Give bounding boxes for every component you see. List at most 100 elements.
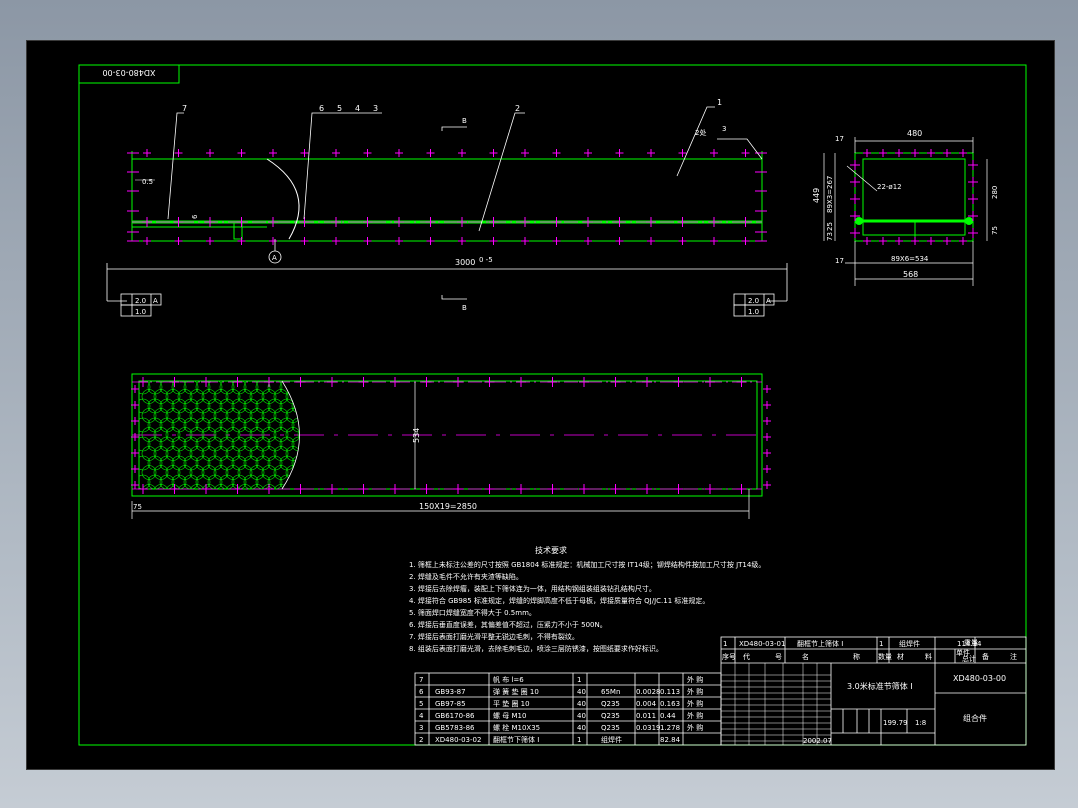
tol-parallel-right: 1.0: [748, 308, 759, 316]
leader-1: 1: [717, 98, 722, 107]
tol-datum-right: A: [766, 297, 771, 305]
section-mark-top: B: [462, 117, 467, 125]
tech-item-8: 8. 组装后表面打磨光滑，去除毛刺毛边，喷涂三层防锈漆，按图纸要求作好标识。: [409, 644, 663, 653]
weld-symbol: 3: [722, 125, 726, 133]
front-view: 0.5 6 7 6 5 4 3 2 1 2处 3 B B A 3000 0 -5…: [106, 98, 788, 317]
parts-cell-w1: 0.011: [636, 712, 656, 720]
parts-cell-note: 外 购: [687, 699, 703, 708]
parts-cell-qty: 1: [577, 736, 581, 744]
tb-h-no: 序号: [722, 652, 736, 661]
tb-h-note1: 备: [982, 652, 989, 661]
tb-h-name2: 称: [853, 652, 860, 661]
tech-item-2: 2. 焊缝及毛件不允许有夹渣等缺陷。: [409, 572, 523, 581]
tb-r1-no: 1: [723, 640, 727, 648]
tb-r1-name: 翻框节上筛体 I: [797, 639, 843, 648]
drawing-canvas: XD480-03-00 0.5 6 7 6 5 4 3 2 1 2处 3 B B…: [78, 64, 1027, 746]
leader-7: 7: [182, 104, 187, 113]
side-bottom-pitch: 89X6=534: [891, 255, 929, 263]
leader-6: 6: [319, 104, 324, 113]
tb-product: 3.0米标准节筛体 I: [847, 681, 913, 691]
parts-cell-qty: 40: [577, 688, 586, 696]
tol-flat-left: 2.0: [135, 297, 146, 305]
parts-cell-no: 3: [419, 724, 423, 732]
tb-scale: 1:8: [915, 719, 926, 727]
parts-cell-mat: Q235: [601, 712, 620, 720]
tb-r1-qty: 1: [879, 640, 883, 648]
tb-h-total: 总计: [962, 654, 976, 663]
tech-item-3: 3. 焊接后去除焊瘤，装配上下筛体连为一体，用结构钢组装组装钻孔结构尺寸。: [409, 584, 656, 593]
leader-4: 4: [355, 104, 360, 113]
tb-type: 组合件: [963, 713, 987, 723]
parts-cell-name: 翻框节下筛体 I: [493, 735, 539, 744]
overall-tol: 0 -5: [479, 256, 493, 264]
tech-item-6: 6. 焊接后垂直度误差，其偏差值不超过，压紧力不小于 500N。: [409, 620, 607, 629]
parts-cell-w2: 0.113: [660, 688, 680, 696]
parts-cell-name: 平 垫 圈 10: [493, 699, 530, 708]
parts-cell-no: 4: [419, 712, 424, 720]
detail-mark-a: A: [272, 254, 277, 262]
parts-cell-no: 5: [419, 700, 423, 708]
parts-cell-note: 外 购: [687, 723, 703, 732]
side-dim-73: 73: [826, 232, 834, 241]
tol-parallel-left: 1.0: [135, 308, 146, 316]
plan-left-offset: 75: [133, 503, 142, 511]
border-frame: [78, 64, 1027, 746]
leader-5: 5: [337, 104, 342, 113]
tech-item-7: 7. 焊接后表面打磨光滑平整无锐边毛刺，不得有裂纹。: [409, 632, 579, 641]
tb-h-note2: 注: [1010, 652, 1017, 661]
parts-cell-no: 2: [419, 736, 423, 744]
drawing-sheet: XD480-03-00 0.5 6 7 6 5 4 3 2 1 2处 3 B B…: [26, 40, 1055, 770]
side-bottom-offset: 17: [835, 257, 844, 265]
side-bottom-width: 568: [903, 270, 918, 279]
side-v-pitch: 89X3=267: [826, 176, 834, 213]
side-top-offset: 17: [835, 135, 844, 143]
leader-2: 2: [515, 104, 520, 113]
side-dim-75: 75: [991, 226, 999, 235]
screen-mesh: [139, 381, 300, 489]
tb-h-mat2: 料: [925, 652, 932, 661]
side-height-total: 449: [812, 188, 821, 203]
tb-h-qty: 数量: [878, 652, 892, 661]
title-block-grid: [721, 663, 831, 745]
parts-cell-code: GB6170-86: [435, 712, 475, 720]
tb-r1-code: XD480-03-01: [739, 640, 785, 648]
tech-item-5: 5. 筛面焊口焊缝宽度不得大于 0.5mm。: [409, 608, 536, 617]
parts-cell-code: XD480-03-02: [435, 736, 481, 744]
overall-length: 3000: [455, 258, 475, 267]
tb-date: 2002.07: [803, 737, 832, 745]
parts-cell-w2: 1.278: [660, 724, 680, 732]
parts-cell-qty: 40: [577, 724, 586, 732]
parts-cell-note: 外 购: [687, 687, 703, 696]
parts-cell-w2: 0.44: [660, 712, 676, 720]
parts-cell-code: GB97-85: [435, 700, 466, 708]
parts-cell-no: 7: [419, 676, 423, 684]
tb-h-name1: 名: [802, 652, 809, 661]
tb-drawing-no: XD480-03-00: [953, 674, 1006, 683]
section-mark-bottom: B: [462, 304, 467, 312]
parts-cell-w2: 82.84: [660, 736, 681, 744]
title-block: 1 XD480-03-01 翻框节上筛体 I 1 组焊件 114.34 序号 代…: [720, 636, 1027, 746]
parts-cell-name: 帆 布 l=6: [493, 675, 524, 684]
parts-cell-qty: 40: [577, 712, 586, 720]
parts-cell-name: 弹 簧 垫 圈 10: [493, 687, 539, 696]
parts-list: 7 帆 布 l=6 1 外 购 6 GB93-87 弹 簧 垫 圈 10 40 65Mn 0.00…: [414, 672, 722, 746]
leader-3: 3: [373, 104, 378, 113]
parts-cell-w1: 0.0028: [636, 688, 661, 696]
dim-left: 0.5: [142, 178, 153, 186]
parts-cell-mat: 65Mn: [601, 688, 620, 696]
parts-cell-code: GB93-87: [435, 688, 466, 696]
tb-h-mat1: 材: [897, 652, 904, 661]
drawing-no-rotated: XD480-03-00: [102, 68, 155, 77]
tol-flat-right: 2.0: [748, 297, 759, 305]
tb-r1-mat: 组焊件: [899, 639, 920, 648]
tech-item-4: 4. 焊接符合 GB985 标准规定，焊缝的焊脚高度不低于母板，焊接质量符合 Q…: [409, 596, 709, 605]
side-dim-25: 25: [826, 222, 834, 231]
side-hole-marks: [850, 149, 978, 245]
parts-cell-name: 螺 母 M10: [493, 711, 526, 720]
parts-cell-qty: 1: [577, 676, 581, 684]
tech-item-1: 1. 筛框上未标注公差的尺寸按照 GB1804 标准规定：机械加工尺寸按 IT1…: [409, 560, 765, 569]
parts-cell-mat: Q235: [601, 724, 620, 732]
parts-cell-mat: Q235: [601, 700, 620, 708]
plan-width-dim: 534: [412, 428, 421, 443]
tb-mass: 199.79: [883, 719, 908, 727]
